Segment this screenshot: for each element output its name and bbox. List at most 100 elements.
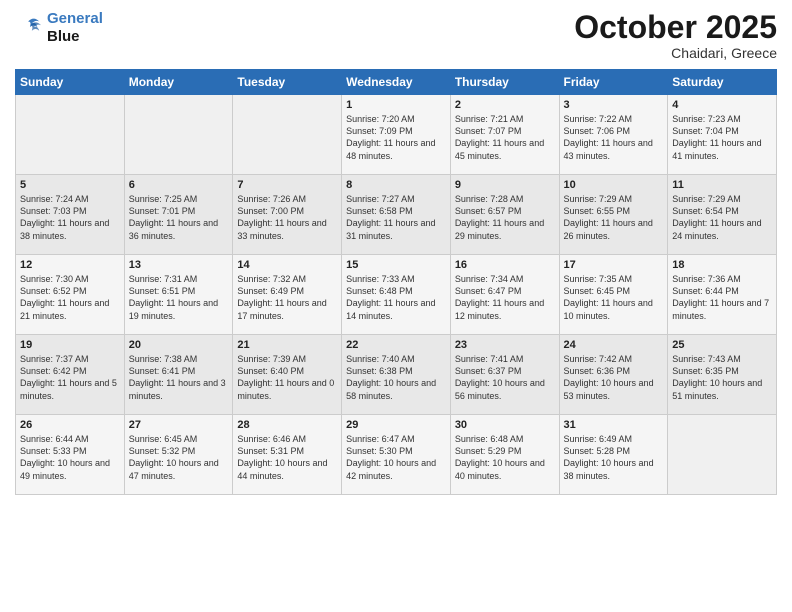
day-cell: 1 Sunrise: 7:20 AM Sunset: 7:09 PM Daylig… bbox=[342, 95, 451, 175]
day-number: 7 bbox=[237, 179, 337, 191]
day-cell: 28 Sunrise: 6:46 AM Sunset: 5:31 PM Dayli… bbox=[233, 415, 342, 495]
day-cell bbox=[668, 415, 777, 495]
day-number: 31 bbox=[564, 419, 664, 431]
day-info: Sunrise: 6:46 AM Sunset: 5:31 PM Dayligh… bbox=[237, 433, 337, 482]
day-number: 16 bbox=[455, 259, 555, 271]
day-info: Sunrise: 7:39 AM Sunset: 6:40 PM Dayligh… bbox=[237, 353, 337, 402]
day-info: Sunrise: 7:33 AM Sunset: 6:48 PM Dayligh… bbox=[346, 273, 446, 322]
day-number: 13 bbox=[129, 259, 229, 271]
logo-line2: Blue bbox=[47, 28, 80, 45]
day-info: Sunrise: 6:45 AM Sunset: 5:32 PM Dayligh… bbox=[129, 433, 229, 482]
day-cell: 4 Sunrise: 7:23 AM Sunset: 7:04 PM Daylig… bbox=[668, 95, 777, 175]
day-number: 2 bbox=[455, 99, 555, 111]
day-info: Sunrise: 7:20 AM Sunset: 7:09 PM Dayligh… bbox=[346, 113, 446, 162]
day-number: 20 bbox=[129, 339, 229, 351]
day-number: 17 bbox=[564, 259, 664, 271]
day-number: 28 bbox=[237, 419, 337, 431]
day-number: 22 bbox=[346, 339, 446, 351]
logo-icon bbox=[15, 14, 43, 42]
location: Chaidari, Greece bbox=[574, 45, 777, 61]
day-cell: 27 Sunrise: 6:45 AM Sunset: 5:32 PM Dayli… bbox=[124, 415, 233, 495]
day-number: 5 bbox=[20, 179, 120, 191]
day-cell: 20Sunrise: 7:38 AM Sunset: 6:41 PM Dayli… bbox=[124, 335, 233, 415]
day-info: Sunrise: 7:23 AM Sunset: 7:04 PM Dayligh… bbox=[672, 113, 772, 162]
week-row-5: 26 Sunrise: 6:44 AM Sunset: 5:33 PM Dayli… bbox=[16, 415, 777, 495]
day-cell: 23Sunrise: 7:41 AM Sunset: 6:37 PM Dayli… bbox=[450, 335, 559, 415]
col-header-thursday: Thursday bbox=[450, 70, 559, 95]
day-cell: 19 Sunrise: 7:37 AM Sunset: 6:42 PM Dayli… bbox=[16, 335, 125, 415]
day-info: Sunrise: 7:28 AM Sunset: 6:57 PM Dayligh… bbox=[455, 193, 555, 242]
day-cell: 31 Sunrise: 6:49 AM Sunset: 5:28 PM Dayli… bbox=[559, 415, 668, 495]
day-number: 10 bbox=[564, 179, 664, 191]
week-row-3: 12Sunrise: 7:30 AM Sunset: 6:52 PM Dayli… bbox=[16, 255, 777, 335]
day-info: Sunrise: 7:25 AM Sunset: 7:01 PM Dayligh… bbox=[129, 193, 229, 242]
day-number: 14 bbox=[237, 259, 337, 271]
day-info: Sunrise: 6:47 AM Sunset: 5:30 PM Dayligh… bbox=[346, 433, 446, 482]
day-info: Sunrise: 6:48 AM Sunset: 5:29 PM Dayligh… bbox=[455, 433, 555, 482]
day-info: Sunrise: 7:30 AM Sunset: 6:52 PM Dayligh… bbox=[20, 273, 120, 322]
title-block: October 2025 Chaidari, Greece bbox=[574, 10, 777, 61]
col-header-saturday: Saturday bbox=[668, 70, 777, 95]
day-info: Sunrise: 7:35 AM Sunset: 6:45 PM Dayligh… bbox=[564, 273, 664, 322]
day-cell bbox=[124, 95, 233, 175]
day-number: 1 bbox=[346, 99, 446, 111]
day-number: 6 bbox=[129, 179, 229, 191]
day-cell: 30 Sunrise: 6:48 AM Sunset: 5:29 PM Dayli… bbox=[450, 415, 559, 495]
day-number: 24 bbox=[564, 339, 664, 351]
day-cell bbox=[16, 95, 125, 175]
day-info: Sunrise: 7:21 AM Sunset: 7:07 PM Dayligh… bbox=[455, 113, 555, 162]
day-cell: 2 Sunrise: 7:21 AM Sunset: 7:07 PM Daylig… bbox=[450, 95, 559, 175]
logo-text: General Blue bbox=[47, 10, 103, 46]
day-cell: 18Sunrise: 7:36 AM Sunset: 6:44 PM Dayli… bbox=[668, 255, 777, 335]
day-number: 9 bbox=[455, 179, 555, 191]
day-cell: 12Sunrise: 7:30 AM Sunset: 6:52 PM Dayli… bbox=[16, 255, 125, 335]
day-number: 4 bbox=[672, 99, 772, 111]
day-info: Sunrise: 7:29 AM Sunset: 6:54 PM Dayligh… bbox=[672, 193, 772, 242]
day-cell: 6 Sunrise: 7:25 AM Sunset: 7:01 PM Daylig… bbox=[124, 175, 233, 255]
day-cell: 3Sunrise: 7:22 AM Sunset: 7:06 PM Daylig… bbox=[559, 95, 668, 175]
day-info: Sunrise: 7:37 AM Sunset: 6:42 PM Dayligh… bbox=[20, 353, 120, 402]
day-info: Sunrise: 7:31 AM Sunset: 6:51 PM Dayligh… bbox=[129, 273, 229, 322]
day-cell: 22 Sunrise: 7:40 AM Sunset: 6:38 PM Dayli… bbox=[342, 335, 451, 415]
day-cell bbox=[233, 95, 342, 175]
col-header-tuesday: Tuesday bbox=[233, 70, 342, 95]
day-info: Sunrise: 7:26 AM Sunset: 7:00 PM Dayligh… bbox=[237, 193, 337, 242]
day-cell: 10 Sunrise: 7:29 AM Sunset: 6:55 PM Dayli… bbox=[559, 175, 668, 255]
logo-line1: General bbox=[47, 10, 103, 27]
day-info: Sunrise: 7:34 AM Sunset: 6:47 PM Dayligh… bbox=[455, 273, 555, 322]
day-number: 8 bbox=[346, 179, 446, 191]
day-info: Sunrise: 7:24 AM Sunset: 7:03 PM Dayligh… bbox=[20, 193, 120, 242]
day-cell: 13 Sunrise: 7:31 AM Sunset: 6:51 PM Dayli… bbox=[124, 255, 233, 335]
day-number: 30 bbox=[455, 419, 555, 431]
col-header-friday: Friday bbox=[559, 70, 668, 95]
col-header-sunday: Sunday bbox=[16, 70, 125, 95]
month-title: October 2025 bbox=[574, 10, 777, 45]
col-header-wednesday: Wednesday bbox=[342, 70, 451, 95]
day-info: Sunrise: 6:44 AM Sunset: 5:33 PM Dayligh… bbox=[20, 433, 120, 482]
day-info: Sunrise: 7:43 AM Sunset: 6:35 PM Dayligh… bbox=[672, 353, 772, 402]
day-number: 18 bbox=[672, 259, 772, 271]
day-info: Sunrise: 7:40 AM Sunset: 6:38 PM Dayligh… bbox=[346, 353, 446, 402]
week-row-4: 19 Sunrise: 7:37 AM Sunset: 6:42 PM Dayli… bbox=[16, 335, 777, 415]
day-number: 29 bbox=[346, 419, 446, 431]
day-number: 27 bbox=[129, 419, 229, 431]
col-header-monday: Monday bbox=[124, 70, 233, 95]
day-cell: 25Sunrise: 7:43 AM Sunset: 6:35 PM Dayli… bbox=[668, 335, 777, 415]
day-info: Sunrise: 6:49 AM Sunset: 5:28 PM Dayligh… bbox=[564, 433, 664, 482]
day-cell: 8 Sunrise: 7:27 AM Sunset: 6:58 PM Daylig… bbox=[342, 175, 451, 255]
week-row-2: 5 Sunrise: 7:24 AM Sunset: 7:03 PM Daylig… bbox=[16, 175, 777, 255]
day-info: Sunrise: 7:27 AM Sunset: 6:58 PM Dayligh… bbox=[346, 193, 446, 242]
day-cell: 14 Sunrise: 7:32 AM Sunset: 6:49 PM Dayli… bbox=[233, 255, 342, 335]
day-info: Sunrise: 7:42 AM Sunset: 6:36 PM Dayligh… bbox=[564, 353, 664, 402]
day-number: 19 bbox=[20, 339, 120, 351]
day-number: 26 bbox=[20, 419, 120, 431]
day-cell: 5 Sunrise: 7:24 AM Sunset: 7:03 PM Daylig… bbox=[16, 175, 125, 255]
day-info: Sunrise: 7:29 AM Sunset: 6:55 PM Dayligh… bbox=[564, 193, 664, 242]
calendar-table: SundayMondayTuesdayWednesdayThursdayFrid… bbox=[15, 69, 777, 495]
day-cell: 17 Sunrise: 7:35 AM Sunset: 6:45 PM Dayli… bbox=[559, 255, 668, 335]
day-cell: 29 Sunrise: 6:47 AM Sunset: 5:30 PM Dayli… bbox=[342, 415, 451, 495]
day-info: Sunrise: 7:32 AM Sunset: 6:49 PM Dayligh… bbox=[237, 273, 337, 322]
day-cell: 21Sunrise: 7:39 AM Sunset: 6:40 PM Dayli… bbox=[233, 335, 342, 415]
day-cell: 24 Sunrise: 7:42 AM Sunset: 6:36 PM Dayli… bbox=[559, 335, 668, 415]
day-number: 11 bbox=[672, 179, 772, 191]
